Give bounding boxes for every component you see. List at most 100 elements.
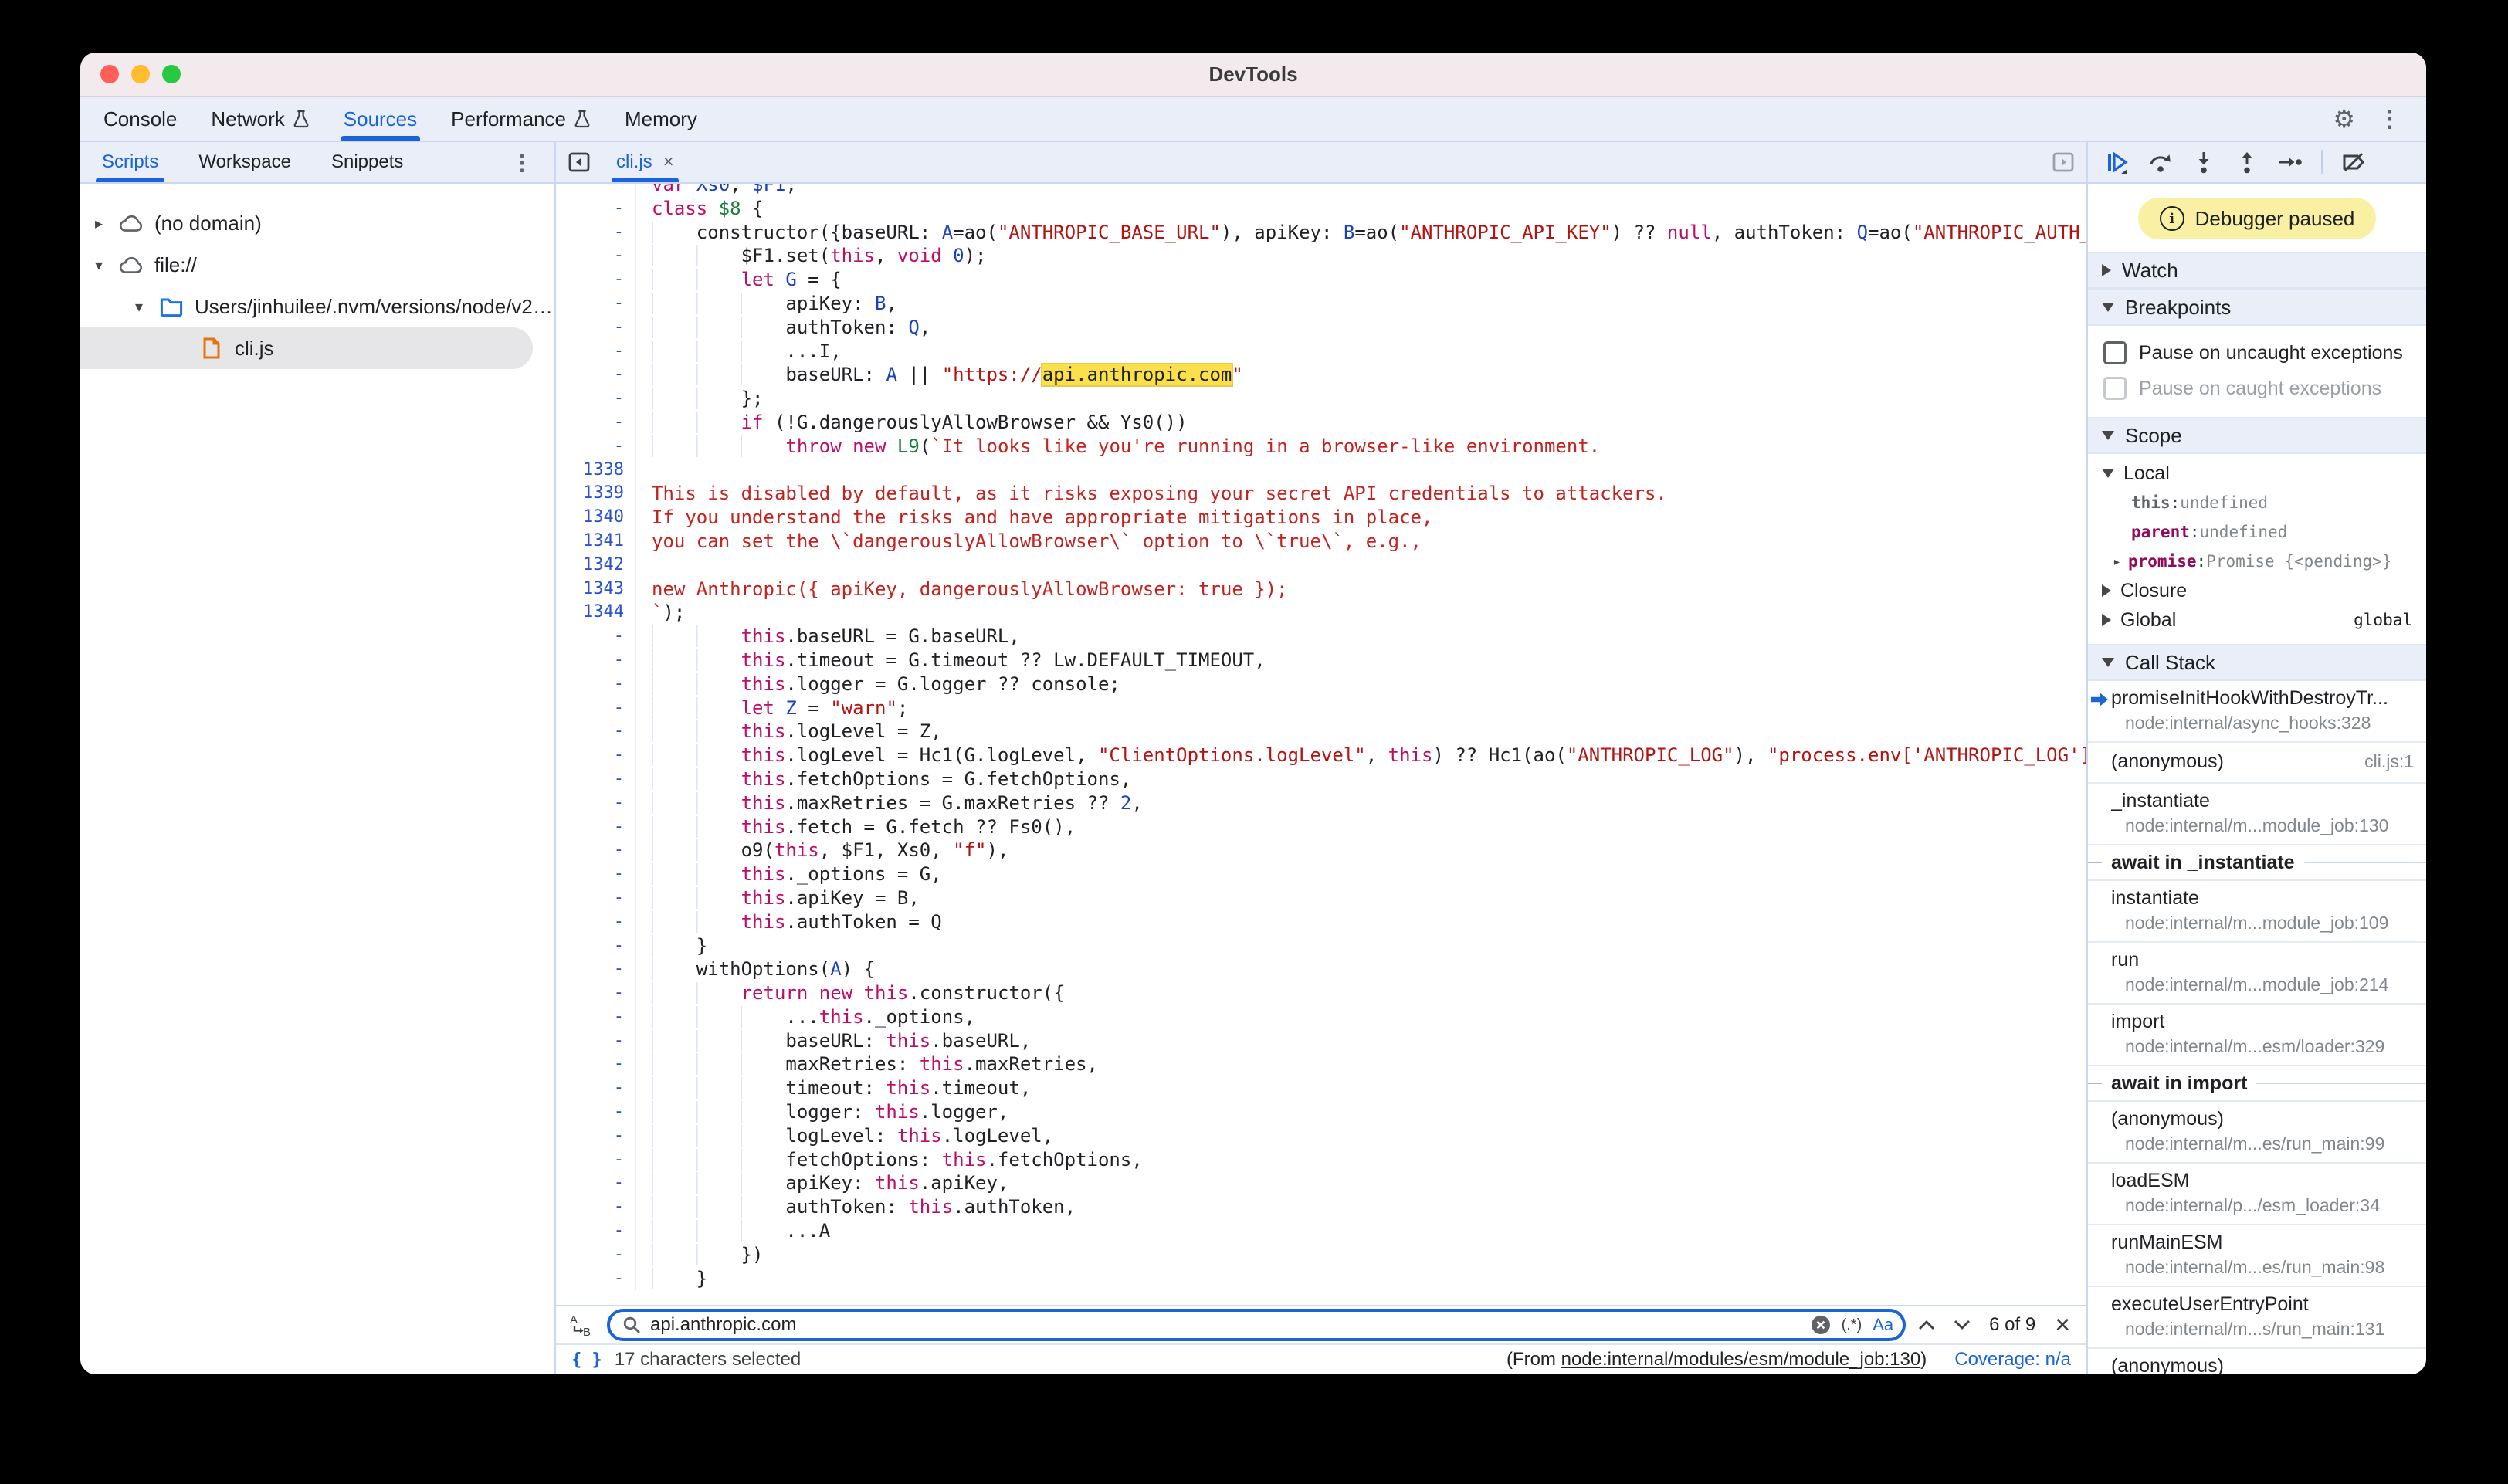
line-gutter[interactable]: - bbox=[556, 435, 635, 459]
code-line[interactable]: - logLevel: this.logLevel, bbox=[556, 1124, 2086, 1148]
line-gutter[interactable]: - bbox=[556, 340, 635, 364]
line-gutter[interactable]: - bbox=[556, 981, 635, 1005]
code-line[interactable]: - apiKey: B, bbox=[556, 292, 2086, 316]
minimize-window-button[interactable] bbox=[131, 65, 150, 83]
line-gutter[interactable]: - bbox=[556, 292, 635, 316]
tree-item[interactable]: ▸(no domain) bbox=[80, 202, 554, 244]
match-case-toggle-icon[interactable]: Aa bbox=[1873, 1315, 1893, 1335]
line-gutter[interactable]: 1344 bbox=[556, 601, 635, 625]
search-input[interactable] bbox=[650, 1314, 1801, 1336]
code-line[interactable]: - this._options = G, bbox=[556, 862, 2086, 886]
stack-frame[interactable]: runnode:internal/m...module_job:214 bbox=[2088, 943, 2426, 1005]
code-line[interactable]: - authToken: Q, bbox=[556, 316, 2086, 340]
breakpoints-section-header[interactable]: Breakpoints bbox=[2088, 289, 2426, 326]
line-gutter[interactable]: - bbox=[556, 1195, 635, 1219]
code-line[interactable]: 1339This is disabled by default, as it r… bbox=[556, 482, 2086, 506]
code-line[interactable]: - let Z = "warn"; bbox=[556, 696, 2086, 720]
tab-workspace[interactable]: Workspace bbox=[198, 142, 291, 182]
code-line[interactable]: 1341you can set the \`dangerouslyAllowBr… bbox=[556, 530, 2086, 554]
code-line[interactable]: - this.baseURL = G.baseURL, bbox=[556, 625, 2086, 649]
close-window-button[interactable] bbox=[100, 65, 119, 83]
code-line[interactable]: - this.logLevel = Z, bbox=[556, 720, 2086, 744]
zoom-window-button[interactable] bbox=[162, 65, 181, 83]
line-gutter[interactable]: - bbox=[556, 387, 635, 411]
line-gutter[interactable]: - bbox=[556, 886, 635, 910]
step-out-button[interactable] bbox=[2235, 150, 2259, 174]
stack-frame[interactable]: _instantiatenode:internal/m...module_job… bbox=[2088, 784, 2426, 845]
stack-frame[interactable]: (anonymous)node:internal/m...main_module… bbox=[2088, 1349, 2426, 1374]
line-gutter[interactable]: - bbox=[556, 1076, 635, 1100]
tab-snippets[interactable]: Snippets bbox=[331, 142, 403, 182]
code-line[interactable]: -class $8 { bbox=[556, 197, 2086, 221]
code-line[interactable]: - ...I, bbox=[556, 340, 2086, 364]
search-field[interactable]: (.*) Aa bbox=[607, 1309, 1906, 1341]
line-gutter[interactable]: - bbox=[556, 1243, 635, 1267]
line-gutter[interactable] bbox=[556, 184, 635, 197]
code-line[interactable]: - withOptions(A) { bbox=[556, 957, 2086, 981]
code-line[interactable]: 1340If you understand the risks and have… bbox=[556, 506, 2086, 530]
code-line[interactable]: - fetchOptions: this.fetchOptions, bbox=[556, 1148, 2086, 1172]
line-gutter[interactable]: - bbox=[556, 649, 635, 673]
line-gutter[interactable]: - bbox=[556, 696, 635, 720]
code-line[interactable]: - let G = { bbox=[556, 268, 2086, 292]
chevron-down-icon[interactable]: ▾ bbox=[90, 256, 108, 275]
line-gutter[interactable]: - bbox=[556, 862, 635, 886]
chevron-right-icon[interactable]: ▸ bbox=[90, 214, 108, 233]
checkbox-caught[interactable] bbox=[2103, 377, 2127, 400]
next-match-button[interactable] bbox=[1954, 1320, 1971, 1330]
code-line[interactable]: - ...this._options, bbox=[556, 1005, 2086, 1029]
line-gutter[interactable]: - bbox=[556, 767, 635, 791]
regex-toggle-icon[interactable]: (.*) bbox=[1842, 1316, 1862, 1334]
line-gutter[interactable]: - bbox=[556, 244, 635, 268]
code-line[interactable]: 1342 bbox=[556, 554, 2086, 578]
scope-variable[interactable]: parent: undefined bbox=[2088, 517, 2426, 547]
line-gutter[interactable]: - bbox=[556, 316, 635, 340]
line-gutter[interactable]: 1340 bbox=[556, 506, 635, 530]
code-line[interactable]: - throw new L9(`It looks like you're run… bbox=[556, 435, 2086, 459]
watch-section-header[interactable]: Watch bbox=[2088, 252, 2426, 289]
scope-variable[interactable]: this: undefined bbox=[2088, 488, 2426, 517]
line-gutter[interactable]: - bbox=[556, 910, 635, 934]
line-gutter[interactable]: - bbox=[556, 1029, 635, 1053]
coverage-link[interactable]: Coverage: n/a bbox=[1954, 1349, 2071, 1370]
toggle-debugger-sidebar-icon[interactable] bbox=[2049, 150, 2077, 174]
tree-item[interactable]: ▾Users/jinhuilee/.nvm/versions/node/v2… bbox=[80, 286, 554, 327]
code-line[interactable]: - this.logLevel = Hc1(G.logLevel, "Clien… bbox=[556, 744, 2086, 767]
code-line[interactable]: - } bbox=[556, 934, 2086, 958]
line-gutter[interactable]: - bbox=[556, 839, 635, 862]
line-gutter[interactable]: - bbox=[556, 221, 635, 245]
code-line[interactable]: 1343new Anthropic({ apiKey, dangerouslyA… bbox=[556, 578, 2086, 601]
code-line[interactable]: - logger: this.logger, bbox=[556, 1100, 2086, 1124]
line-gutter[interactable]: - bbox=[556, 673, 635, 696]
code-line[interactable]: - baseURL: this.baseURL, bbox=[556, 1029, 2086, 1053]
call-stack-section-header[interactable]: Call Stack bbox=[2088, 644, 2426, 681]
stack-frame[interactable]: (anonymous)cli.js:1 bbox=[2088, 743, 2426, 784]
collapse-navigator-icon[interactable] bbox=[565, 150, 593, 174]
line-gutter[interactable]: - bbox=[556, 1148, 635, 1172]
stack-frame[interactable]: promiseInitHookWithDestroyTr...node:inte… bbox=[2088, 681, 2426, 743]
line-gutter[interactable]: - bbox=[556, 411, 635, 435]
code-line[interactable]: - this.logger = G.logger ?? console; bbox=[556, 673, 2086, 696]
tab-cli-js[interactable]: cli.js × bbox=[602, 142, 688, 182]
code-line[interactable]: - this.apiKey = B, bbox=[556, 886, 2086, 910]
code-line[interactable]: - this.maxRetries = G.maxRetries ?? 2, bbox=[556, 791, 2086, 815]
stack-frame[interactable]: runMainESMnode:internal/m...es/run_main:… bbox=[2088, 1225, 2426, 1287]
chevron-down-icon[interactable]: ▾ bbox=[130, 297, 148, 317]
pause-caught-row[interactable]: Pause on caught exceptions bbox=[2088, 371, 2426, 406]
code-line[interactable]: - constructor({baseURL: A=ao("ANTHROPIC_… bbox=[556, 221, 2086, 245]
more-options-icon[interactable]: ⋮ bbox=[2378, 106, 2401, 133]
tab-memory[interactable]: Memory bbox=[608, 97, 714, 141]
tree-item[interactable]: ▾file:// bbox=[80, 244, 554, 286]
more-tabs-icon[interactable]: ⋮ bbox=[511, 150, 533, 175]
code-line[interactable]: - this.timeout = G.timeout ?? Lw.DEFAULT… bbox=[556, 649, 2086, 673]
code-line[interactable]: - authToken: this.authToken, bbox=[556, 1195, 2086, 1219]
stack-frame[interactable]: executeUserEntryPointnode:internal/m...s… bbox=[2088, 1287, 2426, 1349]
code-line[interactable]: - } bbox=[556, 1267, 2086, 1291]
code-line[interactable]: 1344`); bbox=[556, 601, 2086, 625]
step-over-button[interactable] bbox=[2148, 150, 2173, 174]
line-gutter[interactable]: - bbox=[556, 268, 635, 292]
close-search-button[interactable]: ✕ bbox=[2054, 1313, 2071, 1337]
replace-toggle-icon[interactable]: AB bbox=[568, 1313, 595, 1337]
pause-uncaught-row[interactable]: Pause on uncaught exceptions bbox=[2088, 335, 2426, 371]
close-tab-icon[interactable]: × bbox=[663, 151, 674, 173]
